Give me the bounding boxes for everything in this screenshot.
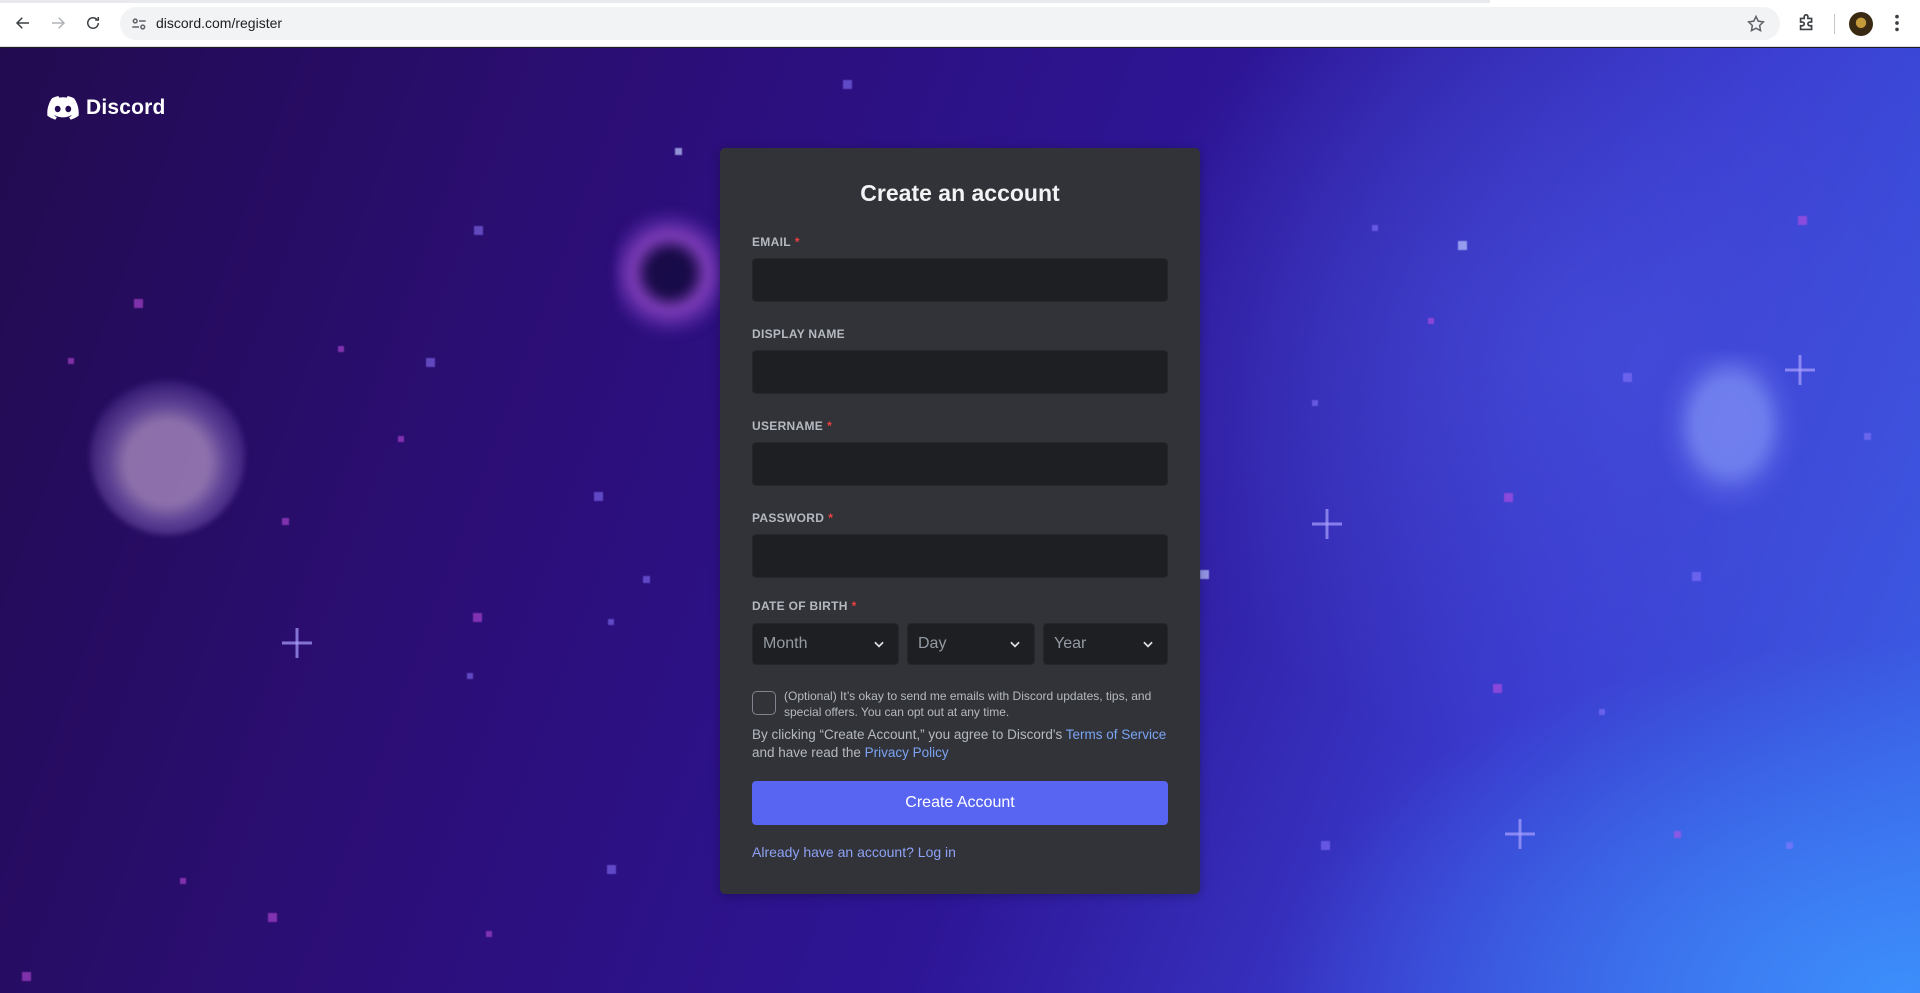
dob-label: DATE OF BIRTH * [752,599,857,613]
star-icon[interactable] [1746,14,1766,34]
star-decoration [398,436,404,442]
create-account-button[interactable]: Create Account [752,781,1168,825]
email-label: EMAIL * [752,235,800,249]
terms-of-service-link[interactable]: Terms of Service [1066,727,1167,742]
terms-notice: By clicking “Create Account,” you agree … [752,726,1172,762]
address-bar[interactable]: discord.com/register [120,7,1780,40]
optin-text: (Optional) It’s okay to send me emails w… [784,689,1152,719]
star-decoration [608,619,614,625]
star-decoration [474,226,483,235]
star-decoration [1428,318,1434,324]
browser-toolbar: discord.com/register [0,0,1920,47]
star-decoration [1599,709,1605,715]
star-decoration [607,865,616,874]
star-decoration [643,576,650,583]
page-load-bar [0,0,1490,3]
planet-decoration [90,375,245,535]
site-settings-icon[interactable] [130,15,148,33]
year-placeholder: Year [1054,635,1087,652]
star-decoration [1372,225,1378,231]
required-asterisk: * [851,599,857,613]
month-placeholder: Month [763,635,808,652]
required-asterisk: * [794,235,800,249]
chevron-down-icon [1010,641,1020,648]
star-decoration [1493,684,1502,693]
password-label-text: PASSWORD [752,511,825,525]
required-asterisk: * [827,419,833,433]
username-label: USERNAME * [752,419,832,433]
star-decoration [594,492,603,501]
day-placeholder: Day [918,635,947,652]
marketing-optin-checkbox[interactable] [752,691,776,715]
star-decoration [134,299,143,308]
login-link[interactable]: Already have an account? Log in [752,844,956,860]
star-decoration [1674,831,1681,838]
toolbar-divider [1834,14,1835,34]
kebab-menu-icon[interactable] [1886,12,1908,34]
password-field[interactable] [752,534,1168,578]
star-decoration [473,613,482,622]
puzzle-icon[interactable] [1796,12,1818,34]
email-field[interactable] [752,258,1168,302]
star-decoration [1864,433,1871,440]
page-title: Create an account [860,180,1060,206]
star-decoration [1798,216,1807,225]
register-card: Create an account EMAIL * DISPLAY NAME US… [720,148,1200,894]
reload-button[interactable] [80,10,106,36]
sparkle-decoration [1505,819,1535,849]
brand-name: Discord [86,96,166,119]
star-decoration [1504,493,1513,502]
reload-icon [87,17,99,29]
privacy-policy-link[interactable]: Privacy Policy [865,745,949,760]
floating-object-decoration [615,198,725,348]
star-decoration [675,148,682,155]
discord-logo[interactable]: Discord [47,96,166,120]
sparkle-decoration [1785,355,1815,385]
username-field[interactable] [752,442,1168,486]
terms-prefix: By clicking “Create Account,” you agree … [752,727,1063,742]
forward-button[interactable] [45,10,71,36]
star-decoration [338,346,344,352]
sparkle-decoration [282,628,312,658]
star-decoration [1321,841,1330,850]
register-page: Discord Create an account EMAIL * DISPLAY… [0,48,1920,993]
required-asterisk: * [828,511,834,525]
star-decoration [268,913,277,922]
username-label-text: USERNAME [752,419,824,433]
star-decoration [426,358,435,367]
star-decoration [467,673,473,679]
chevron-down-icon [1143,641,1153,648]
chevron-down-icon [874,641,884,648]
terms-middle: and have read the [752,745,861,760]
back-button[interactable] [10,10,36,36]
arrow-left-icon [15,17,29,29]
dob-label-text: DATE OF BIRTH [752,599,848,613]
star-decoration [843,80,852,89]
star-decoration [68,358,74,364]
month-select[interactable]: Month [752,623,899,665]
star-decoration [282,518,289,525]
star-decoration [22,972,31,981]
cube-decoration [1660,353,1800,513]
year-select[interactable]: Year [1043,623,1168,665]
profile-avatar[interactable] [1849,12,1873,36]
star-decoration [1623,373,1632,382]
password-label: PASSWORD * [752,511,833,525]
arrow-right-icon [52,17,66,29]
star-decoration [1458,241,1467,250]
star-decoration [1786,842,1793,849]
day-select[interactable]: Day [907,623,1035,665]
star-decoration [1692,572,1701,581]
star-decoration [1200,570,1209,579]
star-decoration [1312,400,1318,406]
star-decoration [486,931,492,937]
sparkle-decoration [1312,509,1342,539]
display-name-field[interactable] [752,350,1168,394]
url-text[interactable]: discord.com/register [156,15,282,31]
discord-logo-icon [47,96,79,120]
email-label-text: EMAIL [752,235,791,249]
display-name-label: DISPLAY NAME [752,327,845,341]
star-decoration [180,878,186,884]
